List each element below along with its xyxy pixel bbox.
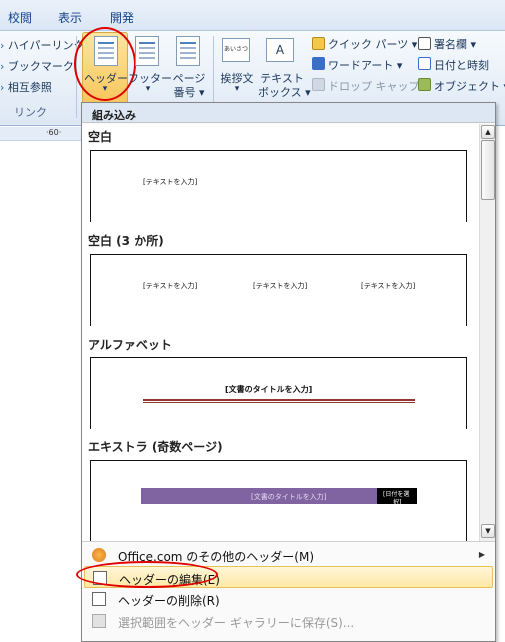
wordart-button[interactable]: ワードアート ▾ <box>328 57 402 73</box>
gallery-item-blank-three-columns[interactable]: [テキストを入力] [テキストを入力] [テキストを入力] <box>90 254 467 326</box>
bookmark-button[interactable]: › ブックマーク <box>0 58 74 74</box>
remove-header-icon <box>92 592 106 606</box>
tab-developer[interactable]: 開発 <box>110 9 134 26</box>
gallery-category-header: 組み込み <box>82 103 495 123</box>
remove-header-menu-item[interactable]: ヘッダーの削除(R) <box>84 588 493 610</box>
gallery-item-alphabet[interactable]: [文書のタイトルを入力] <box>90 357 467 429</box>
quick-parts-icon <box>312 37 325 50</box>
gallery-menu: Office.com のその他のヘッダー(M) ▶ ヘッダーの編集(E) ヘッダ… <box>82 541 495 641</box>
gallery-item-blank[interactable]: [テキストを入力] <box>90 150 467 222</box>
dropcap-button[interactable]: ドロップ キャップ ▾ <box>328 78 429 94</box>
bookmark-icon: › <box>0 60 5 73</box>
footer-dropdown-arrow: ▾ <box>145 84 151 94</box>
scroll-down-button[interactable]: ▼ <box>481 524 495 538</box>
datetime-button[interactable]: 日付と時刻 <box>434 57 489 73</box>
title-rule <box>143 399 415 401</box>
greeting-icon: あいさつ <box>222 38 250 62</box>
placeholder-text: [テキストを入力] <box>253 282 308 290</box>
gallery-scrollbar[interactable]: ▲ ▼ <box>479 124 495 541</box>
placeholder-text: [テキストを入力] <box>361 282 416 290</box>
submenu-arrow-icon: ▶ <box>478 550 485 559</box>
scroll-thumb[interactable] <box>481 140 495 200</box>
dropcap-icon <box>312 78 325 91</box>
gallery-item-extra-odd[interactable]: [文書のタイトルを入力] [日付を選 択] <box>90 460 467 541</box>
tab-view[interactable]: 表示 <box>58 9 82 26</box>
textbox-button-label2: ボックス ▾ <box>258 86 311 99</box>
scroll-up-button[interactable]: ▲ <box>481 125 495 139</box>
placeholder-text: [文書のタイトルを入力] <box>225 385 313 394</box>
tab-review[interactable]: 校閲 <box>8 9 32 26</box>
save-to-gallery-icon <box>92 614 106 628</box>
gallery-section-title: エキストラ (奇数ページ) <box>88 440 223 454</box>
save-to-gallery-menu-item[interactable]: 選択範囲をヘッダー ギャラリーに保存(S)... <box>84 610 493 632</box>
gallery-section-title: 空白 <box>88 130 113 144</box>
cross-reference-button[interactable]: › 相互参照 <box>0 79 52 95</box>
placeholder-text: [テキストを入力] <box>143 178 198 186</box>
header-highlight-oval <box>74 27 136 101</box>
ribbon-tab-bar: 校閲 表示 開発 <box>0 0 505 30</box>
signature-button[interactable]: 署名欄 ▾ <box>434 36 476 52</box>
gallery-section-title: 空白 (3 か所) <box>88 234 164 248</box>
office-online-icon <box>92 548 106 562</box>
placeholder-text: 択] <box>393 499 402 506</box>
page-number-icon <box>176 36 200 66</box>
title-rule-thin <box>143 402 415 403</box>
placeholder-text: [テキストを入力] <box>143 282 198 290</box>
wordart-icon <box>312 57 325 70</box>
greeting-dropdown-arrow: ▾ <box>234 84 240 94</box>
footer-icon <box>135 36 159 66</box>
placeholder-text: [文書のタイトルを入力] <box>251 493 327 501</box>
horizontal-ruler: ·60· <box>0 127 82 141</box>
ruler-mark: ·60· <box>46 128 62 137</box>
calendar-icon <box>418 57 431 70</box>
textbox-icon: A <box>266 38 294 62</box>
header-gallery: 空白 [テキストを入力] 空白 (3 か所) [テキストを入力] [テキストを入… <box>82 124 479 541</box>
page-number-button-label2: 番号 ▾ <box>173 86 205 99</box>
cross-reference-icon: › <box>0 81 5 94</box>
quick-parts-button[interactable]: クイック パーツ ▾ <box>328 36 417 52</box>
signature-icon <box>418 37 431 50</box>
hyperlink-icon: › <box>0 39 5 52</box>
group-label-links: リンク <box>14 106 47 119</box>
hyperlink-button[interactable]: › ハイパーリンク <box>0 37 84 53</box>
document-area[interactable] <box>0 141 82 642</box>
object-icon <box>418 78 431 91</box>
gallery-section-title: アルファベット <box>88 338 172 352</box>
edit-header-highlight-oval <box>76 561 218 588</box>
object-button[interactable]: オブジェクト ▾ <box>434 78 505 94</box>
